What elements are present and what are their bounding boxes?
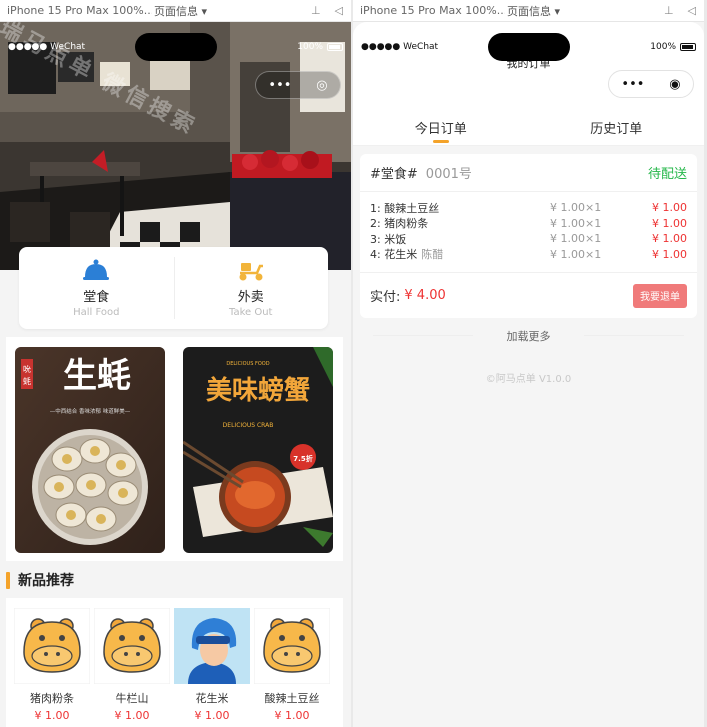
device-label[interactable]: iPhone 15 Pro Max 100%... xyxy=(360,4,505,17)
restaurant-banner: ●●●●● WeChat 100% ••• ◎ xyxy=(0,22,351,270)
battery-icon xyxy=(327,43,343,51)
close-circle-icon[interactable]: ◎ xyxy=(316,78,327,93)
dine-in-title: 堂食 xyxy=(83,290,110,305)
paid-amount: ¥ 4.00 xyxy=(404,288,446,303)
product-price: ¥ 1.00 xyxy=(274,709,310,722)
product-name: 酸辣土豆丝 xyxy=(264,692,320,705)
copyright: ©阿马点单 V1.0.0 xyxy=(485,374,572,385)
order-footer: 实付: ¥ 4.00 我要退单 xyxy=(360,272,697,318)
back-icon[interactable]: ◁ xyxy=(335,4,343,17)
item-name: 1: 酸辣土豆丝 xyxy=(370,201,440,215)
hippo-icon xyxy=(94,608,170,684)
crab-poster[interactable]: DELICIOUS FOOD 美味螃蟹 DELICIOUS CRAB 7.5折 xyxy=(183,347,333,553)
order-card[interactable]: #堂食# 0001号 待配送 1: 酸辣土豆丝 ¥ 1.00×1 ¥ 1.00 … xyxy=(360,154,697,318)
home-screen: iPhone 15 Pro Max 100%... 页面信息 ▾ ⊥ ◁ ●●●… xyxy=(0,0,351,727)
battery-label: 100% xyxy=(297,42,323,52)
battery-label: 100% xyxy=(650,42,676,52)
paid-label: 实付: xyxy=(370,290,401,305)
poster-tag-1: 吮 xyxy=(23,364,31,374)
item-name: 2: 猪肉粉条 xyxy=(370,217,429,231)
takeout-title: 外卖 xyxy=(237,290,264,305)
dynamic-island xyxy=(134,33,217,61)
dine-in-option[interactable]: 堂食 Hall Food xyxy=(19,247,174,329)
oyster-poster-title: 生蚝 xyxy=(63,356,131,396)
pin-icon[interactable]: ⊥ xyxy=(311,4,321,17)
dynamic-island xyxy=(487,33,570,61)
product-card[interactable]: 猪肉粉条 ¥ 1.00 xyxy=(14,608,90,722)
item-sum: ¥ 1.00 xyxy=(652,201,687,215)
item-name: 3: 米饭 xyxy=(370,232,407,246)
product-price: ¥ 1.00 xyxy=(194,709,230,722)
order-number: 0001号 xyxy=(425,167,472,182)
product-card[interactable]: 酸辣土豆丝 ¥ 1.00 xyxy=(254,608,330,722)
load-more[interactable]: 加载更多 xyxy=(353,328,704,344)
scooter-icon xyxy=(239,263,263,281)
mini-program-capsule: ••• ◉ xyxy=(608,70,694,98)
product-name: 牛栏山 xyxy=(115,692,149,705)
crab-poster-en2: DELICIOUS CRAB xyxy=(223,422,274,429)
product-card[interactable]: 牛栏山 ¥ 1.00 xyxy=(94,608,170,722)
order-item-row: 1: 酸辣土豆丝 ¥ 1.00×1 ¥ 1.00 xyxy=(370,200,687,216)
courier-avatar-icon xyxy=(174,608,250,684)
order-type-card: 堂食 Hall Food 外卖 Take Out xyxy=(19,247,328,329)
carrier-label: ●●●●● WeChat xyxy=(8,42,86,52)
order-item-row: 3: 米饭 ¥ 1.00×1 ¥ 1.00 xyxy=(370,231,687,247)
product-price: ¥ 1.00 xyxy=(34,709,70,722)
pin-icon[interactable]: ⊥ xyxy=(664,4,674,17)
takeout-option[interactable]: 外卖 Take Out xyxy=(173,247,329,329)
order-tabs: 今日订单 历史订单 xyxy=(353,100,704,146)
my-orders-screen: iPhone 15 Pro Max 100%... 页面信息 ▾ ⊥ ◁ ●●●●… xyxy=(353,0,704,727)
tab-history-orders[interactable]: 历史订单 xyxy=(529,100,705,145)
new-products-title: 新品推荐 xyxy=(6,566,74,594)
hippo-icon xyxy=(14,608,90,684)
dine-in-subtitle: Hall Food xyxy=(73,307,120,318)
tab-today-orders[interactable]: 今日订单 xyxy=(353,100,529,145)
item-name: 4: 花生米 xyxy=(370,248,418,262)
item-qty: ¥ 1.00×1 xyxy=(550,232,602,246)
carrier-label: ●●●●● WeChat xyxy=(361,42,439,52)
item-sum: ¥ 1.00 xyxy=(652,216,687,230)
hippo-icon xyxy=(254,608,330,684)
item-sum: ¥ 1.00 xyxy=(652,247,687,261)
order-status: 待配送 xyxy=(647,167,687,182)
item-sum: ¥ 1.00 xyxy=(652,232,687,246)
crab-poster-image: DELICIOUS FOOD 美味螃蟹 DELICIOUS CRAB 7.5折 xyxy=(183,347,333,553)
back-icon[interactable]: ◁ xyxy=(688,4,696,17)
bell-cloche-icon xyxy=(83,259,110,280)
battery-icon xyxy=(680,43,696,51)
device-label[interactable]: iPhone 15 Pro Max 100%... xyxy=(7,4,152,17)
oyster-poster-caption: —中西结合 香味浓郁 味道鲜美— xyxy=(50,407,131,415)
product-price: ¥ 1.00 xyxy=(114,709,150,722)
item-qty: ¥ 1.00×1 xyxy=(550,247,602,261)
promo-banner-area: 吮 蚝 生蚝 —中西结合 香味浓郁 味道鲜美— DELICIOUS FOOD 美… xyxy=(6,337,343,561)
page-info-menu[interactable]: 页面信息 ▾ xyxy=(507,3,560,19)
item-note: 陈醋 xyxy=(421,248,444,262)
item-qty: ¥ 1.00×1 xyxy=(550,216,602,230)
poster-tag-2: 蚝 xyxy=(23,376,31,386)
product-name: 猪肉粉条 xyxy=(30,692,74,705)
product-name: 花生米 xyxy=(195,692,229,705)
takeout-subtitle: Take Out xyxy=(229,307,273,318)
oyster-poster[interactable]: 吮 蚝 生蚝 —中西结合 香味浓郁 味道鲜美— xyxy=(15,347,165,553)
more-icon[interactable]: ••• xyxy=(268,78,291,93)
new-products-list: 猪肉粉条 ¥ 1.00 牛栏山 ¥ 1.00 花生米 ¥ 1.00 酸辣土豆丝 … xyxy=(6,598,343,727)
product-card[interactable]: 花生米 ¥ 1.00 xyxy=(174,608,250,722)
refund-button[interactable]: 我要退单 xyxy=(633,283,687,308)
order-item-row: 2: 猪肉粉条 ¥ 1.00×1 ¥ 1.00 xyxy=(370,216,687,232)
crab-poster-title: 美味螃蟹 xyxy=(206,375,310,406)
order-table-tag: #堂食# xyxy=(370,167,418,182)
devtools-bar: iPhone 15 Pro Max 100%... 页面信息 ▾ ⊥ ◁ xyxy=(0,0,351,22)
crab-poster-badge: 7.5折 xyxy=(293,454,312,463)
order-header: #堂食# 0001号 待配送 xyxy=(360,154,697,192)
item-qty: ¥ 1.00×1 xyxy=(550,201,602,215)
mini-program-capsule: ••• ◎ xyxy=(255,71,341,99)
crab-poster-en: DELICIOUS FOOD xyxy=(226,361,269,367)
order-items: 1: 酸辣土豆丝 ¥ 1.00×1 ¥ 1.00 2: 猪肉粉条 ¥ 1.00×… xyxy=(360,192,697,266)
page-info-menu[interactable]: 页面信息 ▾ xyxy=(154,3,207,19)
close-circle-icon[interactable]: ◉ xyxy=(669,77,680,92)
devtools-bar: iPhone 15 Pro Max 100%... 页面信息 ▾ ⊥ ◁ xyxy=(353,0,704,22)
oyster-poster-image: 吮 蚝 生蚝 —中西结合 香味浓郁 味道鲜美— xyxy=(15,347,165,553)
order-item-row: 4: 花生米 陈醋 ¥ 1.00×1 ¥ 1.00 xyxy=(370,247,687,263)
more-icon[interactable]: ••• xyxy=(621,77,644,92)
